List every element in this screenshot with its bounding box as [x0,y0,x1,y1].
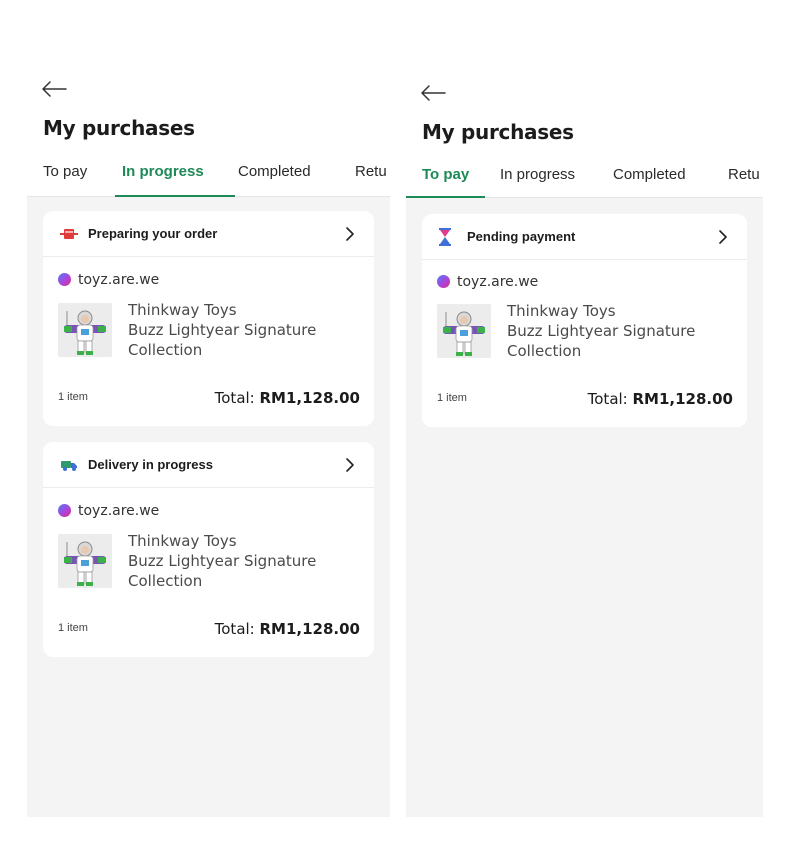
order-status: Preparing your order [88,226,218,241]
buzz-lightyear-image [437,304,491,358]
purchases-screen-in-progress: My purchases To pay In progress Complete… [27,0,390,817]
total-label: Total: [214,620,260,638]
store-name: toyz.are.we [457,274,539,290]
total-label: Total: [587,390,633,408]
order-status-row[interactable]: Delivery in progress [43,442,374,488]
store-name: toyz.are.we [78,272,160,288]
order-total: Total: RM1,128.00 [215,389,360,407]
product-thumbnail[interactable] [58,534,112,588]
chevron-right-icon[interactable] [344,455,356,475]
product-name[interactable]: Thinkway Toys Buzz Lightyear Signature C… [507,301,737,361]
tab-bar: To pay In progress Completed Retu [406,155,763,198]
item-count: 1 item [437,392,467,404]
order-total: Total: RM1,128.00 [215,620,360,638]
tab-to-pay[interactable]: To pay [422,155,469,198]
order-total: Total: RM1,128.00 [588,390,733,408]
tab-returns[interactable]: Retu [728,155,760,198]
tab-in-progress[interactable]: In progress [122,152,204,197]
product-brand: Thinkway Toys [128,532,237,550]
tab-returns[interactable]: Retu [355,152,387,197]
store-name-row[interactable]: toyz.are.we [58,503,159,519]
item-count: 1 item [58,622,88,634]
product-title-line1: Buzz Lightyear Signature [128,552,317,570]
tab-to-pay[interactable]: To pay [43,152,87,197]
product-thumbnail[interactable] [58,303,112,357]
product-name[interactable]: Thinkway Toys Buzz Lightyear Signature C… [128,300,358,360]
tab-completed[interactable]: Completed [613,155,686,198]
total-label: Total: [214,389,260,407]
product-title-line2: Collection [128,341,203,359]
hourglass-icon [439,228,451,246]
total-value: RM1,128.00 [632,390,734,408]
chevron-right-icon[interactable] [344,224,356,244]
chevron-right-icon[interactable] [717,227,729,247]
product-brand: Thinkway Toys [507,302,616,320]
product-title-line2: Collection [128,572,203,590]
order-status-row[interactable]: Pending payment [422,214,747,260]
purchases-screen-to-pay: My purchases To pay In progress Complete… [406,0,763,817]
product-title-line2: Collection [507,342,582,360]
product-thumbnail[interactable] [437,304,491,358]
store-avatar [437,275,450,288]
product-title-line1: Buzz Lightyear Signature [128,321,317,339]
buzz-lightyear-image [58,303,112,357]
tab-in-progress[interactable]: In progress [500,155,575,198]
tab-bar: To pay In progress Completed Retu [27,152,390,197]
order-card[interactable]: Delivery in progress toyz.are.we Thinkwa… [43,442,374,657]
product-title-line1: Buzz Lightyear Signature [507,322,696,340]
orders-list: Pending payment toyz.are.we Thinkway Toy… [406,198,763,817]
order-status-row[interactable]: Preparing your order [43,211,374,257]
store-name: toyz.are.we [78,503,160,519]
back-arrow-icon[interactable] [39,78,69,100]
store-name-row[interactable]: toyz.are.we [58,272,159,288]
buzz-lightyear-image [58,534,112,588]
page-title: My purchases [43,116,195,140]
store-avatar [58,504,71,517]
order-status: Pending payment [467,229,576,244]
product-brand: Thinkway Toys [128,301,237,319]
delivery-truck-icon [61,461,77,471]
product-name[interactable]: Thinkway Toys Buzz Lightyear Signature C… [128,531,358,591]
page-title: My purchases [422,120,574,144]
item-count: 1 item [58,391,88,403]
total-value: RM1,128.00 [259,620,361,638]
back-arrow-icon[interactable] [418,82,448,104]
order-card[interactable]: Preparing your order toyz.are.we Thinkwa… [43,211,374,426]
package-icon [60,229,78,239]
store-avatar [58,273,71,286]
order-card[interactable]: Pending payment toyz.are.we Thinkway Toy… [422,214,747,427]
orders-list: Preparing your order toyz.are.we Thinkwa… [27,197,390,817]
total-value: RM1,128.00 [259,389,361,407]
store-name-row[interactable]: toyz.are.we [437,274,538,290]
tab-completed[interactable]: Completed [238,152,311,197]
order-status: Delivery in progress [88,457,213,472]
